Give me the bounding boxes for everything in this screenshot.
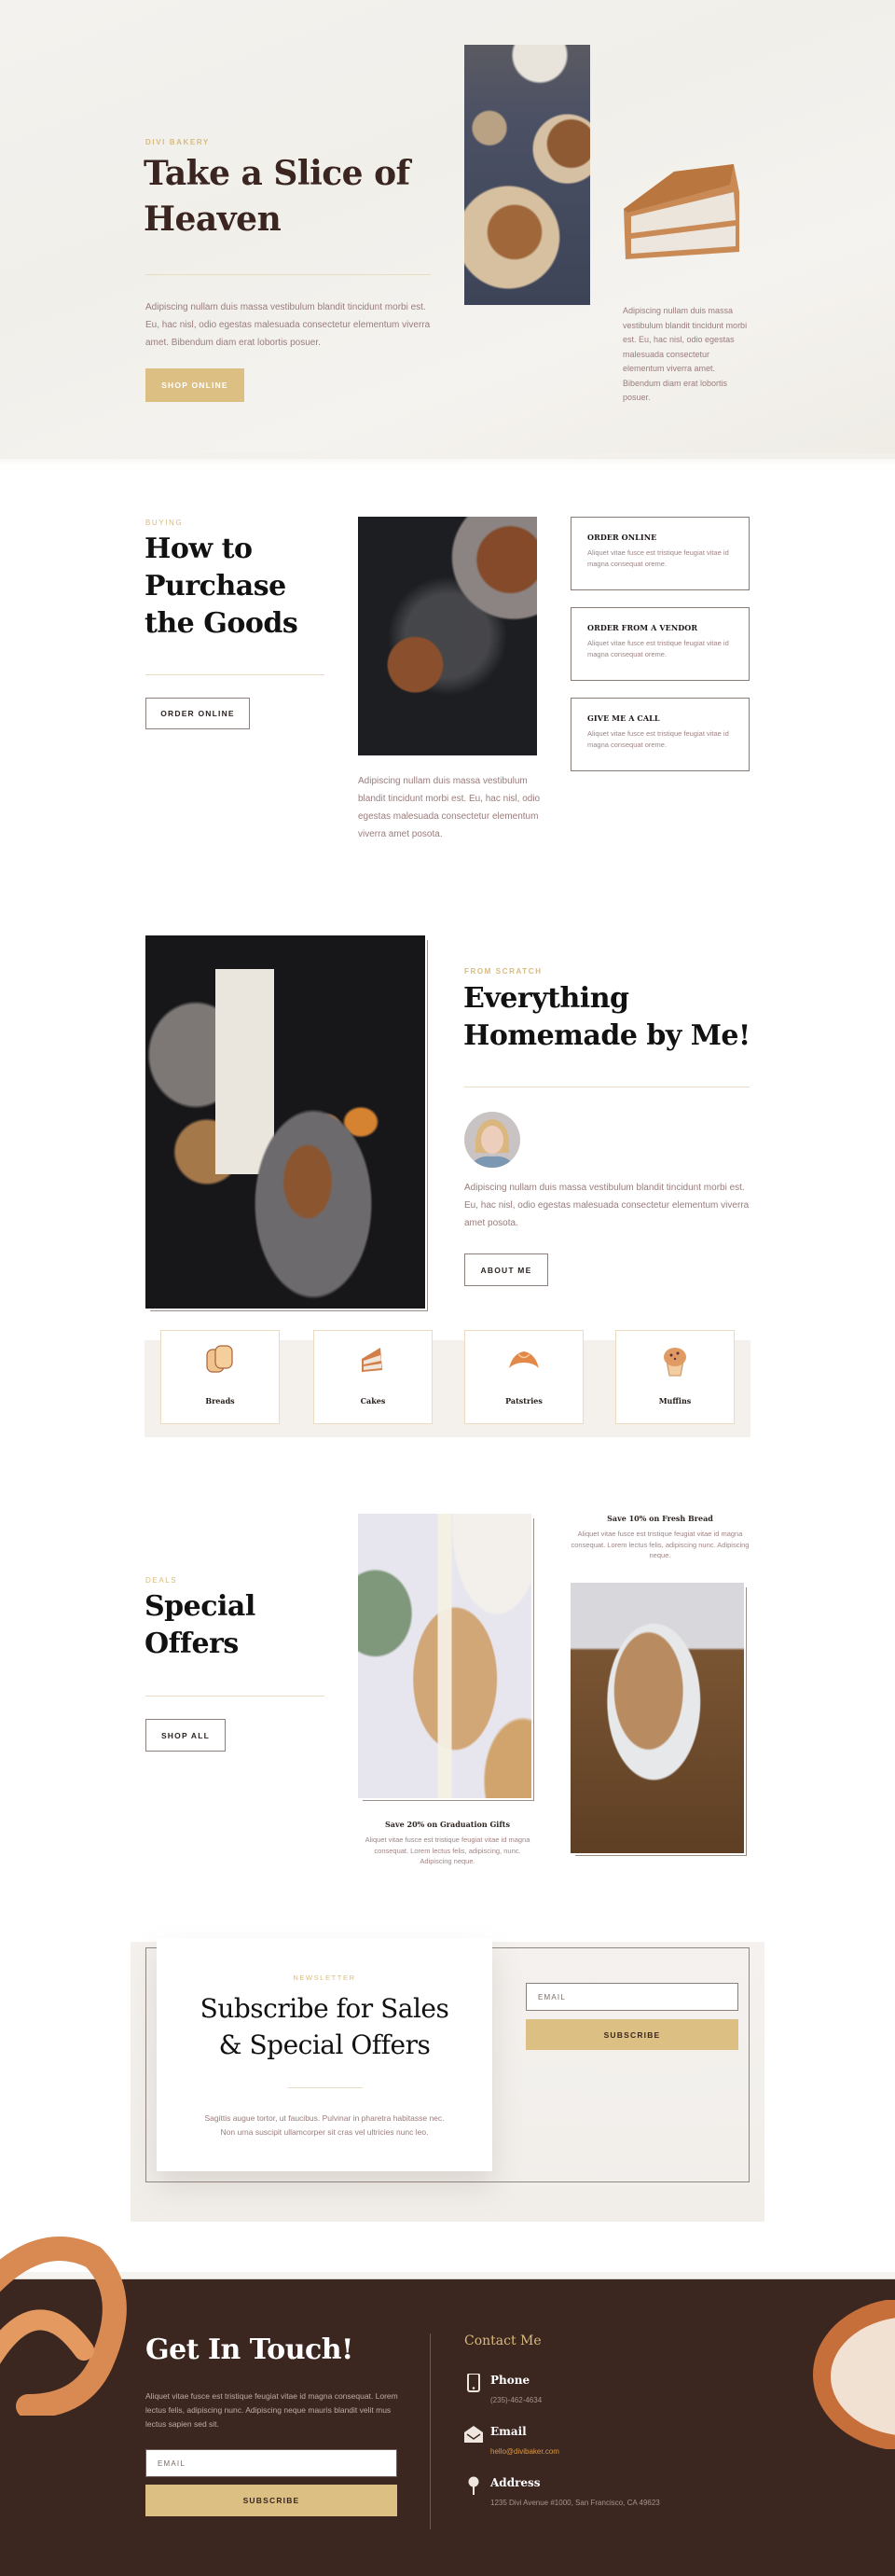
hero-divider: [145, 274, 431, 275]
croissant-icon: [509, 1351, 539, 1368]
newsletter-title-line2: & Special Offers: [218, 2029, 431, 2060]
contact-label: Address: [490, 2476, 541, 2489]
footer-title: Get In Touch!: [145, 2334, 353, 2366]
muffin-icon: [664, 1348, 686, 1377]
hero-section: [0, 0, 895, 466]
hero-eyebrow: DIVI BAKERY: [145, 138, 210, 146]
deal-graduation-photo[interactable]: [358, 1514, 531, 1798]
category-card-muffins[interactable]: Muffins: [615, 1330, 735, 1424]
newsletter-divider: [288, 2087, 363, 2088]
bun-illustration: [813, 2300, 895, 2449]
deals-divider: [145, 1696, 324, 1697]
footer: [0, 2281, 895, 2576]
contact-label: Email: [490, 2425, 527, 2438]
deal-desc: Aliquet vitae fusce est tristique feugia…: [365, 1835, 530, 1865]
pretzel-illustration: [0, 2237, 127, 2416]
deals-eyebrow: DEALS: [145, 1576, 178, 1585]
order-online-button[interactable]: ORDER ONLINE: [145, 698, 250, 729]
contact-value: 1235 Divi Avenue #1000, San Francisco, C…: [490, 2499, 660, 2507]
deals-title: Special Offers: [145, 1588, 255, 1663]
newsletter-card: NEWSLETTER Subscribe for Sales & Special…: [157, 1938, 492, 2171]
shop-all-button[interactable]: SHOP ALL: [145, 1719, 226, 1752]
hero-side-text: Adipiscing nullam duis massa vestibulum …: [623, 306, 748, 402]
deal-title: Save 10% on Fresh Bread: [607, 1514, 713, 1523]
contact-value: (235)-462-4634: [490, 2396, 543, 2404]
about-eyebrow: FROM SCRATCH: [464, 967, 543, 976]
category-card-pastries[interactable]: Patstries: [464, 1330, 584, 1424]
hero-title-line2: Heaven: [144, 200, 282, 239]
newsletter-title: Subscribe for Sales & Special Offers: [157, 1990, 492, 2063]
about-ingredients-photo: [145, 935, 425, 1309]
buying-title-line1: How to: [145, 533, 253, 565]
newsletter-body-line1: Sagittis augue tortor, ut faucibus. Pulv…: [204, 2113, 445, 2123]
footer-email-input[interactable]: [145, 2449, 397, 2477]
newsletter-title-line1: Subscribe for Sales: [200, 1993, 449, 2024]
phone-icon: [467, 2374, 480, 2392]
baker-avatar: [464, 1112, 520, 1168]
buying-divider: [145, 674, 324, 675]
option-desc: Aliquet vitae fusce est tristique feugia…: [587, 729, 729, 749]
category-card-breads[interactable]: Breads: [160, 1330, 280, 1424]
deals-title-line2: Offers: [145, 1627, 239, 1660]
category-label: Cakes: [360, 1396, 386, 1406]
cake-slice-icon: [362, 1348, 382, 1372]
envelope-icon: [464, 2426, 483, 2443]
deal-offer-bread: Save 10% on Fresh Bread Aliquet vitae fu…: [571, 1514, 750, 1561]
contact-heading: Contact Me: [464, 2334, 542, 2348]
newsletter-email-input[interactable]: [526, 1983, 738, 2011]
category-label: Muffins: [658, 1396, 692, 1406]
hero-body: Adipiscing nullam duis massa vestibulum …: [145, 302, 431, 348]
about-title: Everything Homemade by Me!: [463, 980, 750, 1055]
footer-subscribe-button[interactable]: SUBSCRIBE: [145, 2485, 397, 2516]
option-desc: Aliquet vitae fusce est tristique feugia…: [587, 548, 729, 568]
category-card-cakes[interactable]: Cakes: [313, 1330, 433, 1424]
bread-icon: [206, 1345, 233, 1373]
map-pin-icon: [468, 2476, 479, 2495]
hero-title: Take a Slice of Heaven: [144, 151, 410, 242]
contact-email-link[interactable]: hello@divibaker.com: [490, 2447, 559, 2456]
contact-label: Phone: [490, 2374, 530, 2387]
option-desc: Aliquet vitae fusce est tristique feugia…: [587, 639, 729, 658]
buying-caption: Adipiscing nullam duis massa vestibulum …: [358, 776, 541, 839]
deal-title: Save 20% on Graduation Gifts: [385, 1820, 510, 1829]
about-body: Adipiscing nullam duis massa vestibulum …: [464, 1183, 750, 1228]
purchase-option-call[interactable]: GIVE ME A CALL Aliquet vitae fusce est t…: [571, 698, 750, 771]
buying-title-line3: the Goods: [145, 607, 298, 640]
footer-column-divider: [430, 2334, 431, 2529]
cake-slice-illustration: [624, 164, 739, 259]
shop-online-button[interactable]: SHOP ONLINE: [145, 368, 244, 402]
about-title-line1: Everything: [463, 982, 629, 1015]
buying-eyebrow: BUYING: [145, 519, 184, 527]
footer-body: Aliquet vitae fusce est tristique feugia…: [145, 2391, 398, 2429]
category-label: Patstries: [505, 1396, 543, 1406]
category-label: Breads: [205, 1396, 235, 1406]
buying-muffins-photo: [358, 517, 537, 755]
newsletter-body-line2: Non urna suscipit ullamcorper sit cras v…: [220, 2127, 429, 2137]
hero-title-line1: Take a Slice of: [144, 154, 410, 193]
deal-offer-graduation: Save 20% on Graduation Gifts Aliquet vit…: [358, 1820, 537, 1867]
newsletter-eyebrow: NEWSLETTER: [293, 1974, 356, 1982]
option-title: GIVE ME A CALL: [587, 713, 660, 723]
purchase-option-order-online[interactable]: ORDER ONLINE Aliquet vitae fusce est tri…: [571, 517, 750, 590]
newsletter-body: Sagittis augue tortor, ut faucibus. Pulv…: [157, 2112, 492, 2140]
purchase-option-vendor[interactable]: ORDER FROM A VENDOR Aliquet vitae fusce …: [571, 607, 750, 681]
option-title: ORDER ONLINE: [587, 533, 657, 542]
deals-title-line1: Special: [145, 1590, 255, 1623]
buying-title-line2: Purchase: [145, 570, 286, 602]
newsletter-subscribe-button[interactable]: SUBSCRIBE: [526, 2019, 738, 2050]
about-me-button[interactable]: ABOUT ME: [464, 1253, 548, 1286]
buying-title: How to Purchase the Goods: [145, 531, 298, 643]
hero-muffins-photo: [464, 45, 590, 305]
about-title-line2: Homemade by Me!: [463, 1019, 750, 1052]
deal-bread-photo[interactable]: [571, 1583, 744, 1853]
option-title: ORDER FROM A VENDOR: [587, 623, 698, 632]
deal-desc: Aliquet vitae fusce est tristique feugia…: [571, 1530, 750, 1559]
